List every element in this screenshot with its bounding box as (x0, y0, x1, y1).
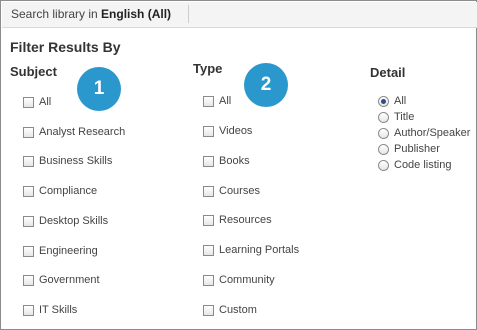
detail-code-listing-radio[interactable] (378, 159, 389, 171)
detail-option-label: Publisher (394, 143, 440, 155)
type-courses-checkbox[interactable] (203, 185, 214, 197)
detail-option-label: Author/Speaker (394, 127, 471, 139)
type-learning-portals-checkbox[interactable] (203, 244, 214, 256)
type-option-custom[interactable]: Custom (203, 303, 257, 317)
detail-option-all[interactable]: All (378, 94, 406, 108)
type-option-label: Learning Portals (219, 244, 300, 256)
detail-option-author-speaker[interactable]: Author/Speaker (378, 126, 470, 140)
callout-badge-1: 1 (77, 67, 121, 111)
type-option-label: Resources (219, 214, 272, 226)
type-option-courses[interactable]: Courses (203, 184, 260, 198)
type-option-all[interactable]: All (203, 94, 231, 108)
search-scope-value[interactable]: English (All) (101, 7, 171, 21)
subject-desktop-skills-checkbox[interactable] (23, 215, 34, 227)
subject-option-label: All (39, 96, 52, 108)
subject-option-compliance[interactable]: Compliance (23, 184, 97, 198)
subject-option-desktop-skills[interactable]: Desktop Skills (23, 214, 108, 228)
subject-it-skills-checkbox[interactable] (23, 304, 34, 316)
detail-author-speaker-radio[interactable] (378, 127, 389, 139)
detail-option-code-listing[interactable]: Code listing (378, 158, 451, 172)
type-option-videos[interactable]: Videos (203, 124, 252, 138)
type-books-checkbox[interactable] (203, 155, 214, 167)
search-scope-bar: Search library in English (All) (2, 2, 477, 28)
subject-engineering-checkbox[interactable] (23, 245, 34, 257)
subject-option-label: Business Skills (39, 155, 113, 167)
subject-option-it-skills[interactable]: IT Skills (23, 303, 77, 317)
subject-business-skills-checkbox[interactable] (23, 155, 34, 167)
type-custom-checkbox[interactable] (203, 304, 214, 316)
detail-title-radio[interactable] (378, 111, 389, 123)
subject-option-all[interactable]: All (23, 95, 51, 109)
subject-option-label: Desktop Skills (39, 215, 109, 227)
type-option-label: Courses (219, 185, 260, 197)
detail-option-label: All (394, 95, 407, 107)
subject-option-business-skills[interactable]: Business Skills (23, 154, 112, 168)
type-option-label: Videos (219, 125, 253, 137)
detail-option-publisher[interactable]: Publisher (378, 142, 440, 156)
detail-all-radio[interactable] (378, 95, 389, 107)
subject-option-label: IT Skills (39, 304, 78, 316)
type-option-label: Custom (219, 304, 257, 316)
subject-header: Subject (10, 64, 57, 79)
filter-panel: Search library in English (All) Filter R… (0, 0, 477, 330)
detail-publisher-radio[interactable] (378, 143, 389, 155)
search-scope-text: Search library in English (All) (11, 7, 171, 21)
type-videos-checkbox[interactable] (203, 125, 214, 137)
type-option-learning-portals[interactable]: Learning Portals (203, 243, 299, 257)
subject-compliance-checkbox[interactable] (23, 185, 34, 197)
type-option-books[interactable]: Books (203, 154, 250, 168)
detail-option-label: Title (394, 111, 415, 123)
subject-option-engineering[interactable]: Engineering (23, 244, 98, 258)
subject-option-label: Compliance (39, 185, 98, 197)
subject-option-analyst-research[interactable]: Analyst Research (23, 125, 125, 139)
subject-option-label: Analyst Research (39, 126, 126, 138)
type-option-community[interactable]: Community (203, 273, 275, 287)
detail-header: Detail (370, 65, 406, 80)
type-header: Type (193, 61, 223, 76)
subject-option-label: Engineering (39, 245, 98, 257)
type-option-label: Books (219, 155, 250, 167)
type-community-checkbox[interactable] (203, 274, 214, 286)
search-bar-divider (188, 5, 189, 23)
detail-option-label: Code listing (394, 159, 452, 171)
subject-analyst-research-checkbox[interactable] (23, 126, 34, 138)
type-option-label: All (219, 95, 232, 107)
subject-government-checkbox[interactable] (23, 274, 34, 286)
subject-option-government[interactable]: Government (23, 273, 100, 287)
type-resources-checkbox[interactable] (203, 214, 214, 226)
subject-option-label: Government (39, 274, 100, 286)
callout-badge-2: 2 (244, 63, 288, 107)
type-all-checkbox[interactable] (203, 95, 214, 107)
type-option-label: Community (219, 274, 275, 286)
detail-option-title[interactable]: Title (378, 110, 414, 124)
search-scope-prefix: Search library in (11, 7, 102, 21)
filter-title: Filter Results By (10, 39, 121, 55)
subject-all-checkbox[interactable] (23, 96, 34, 108)
type-option-resources[interactable]: Resources (203, 213, 272, 227)
